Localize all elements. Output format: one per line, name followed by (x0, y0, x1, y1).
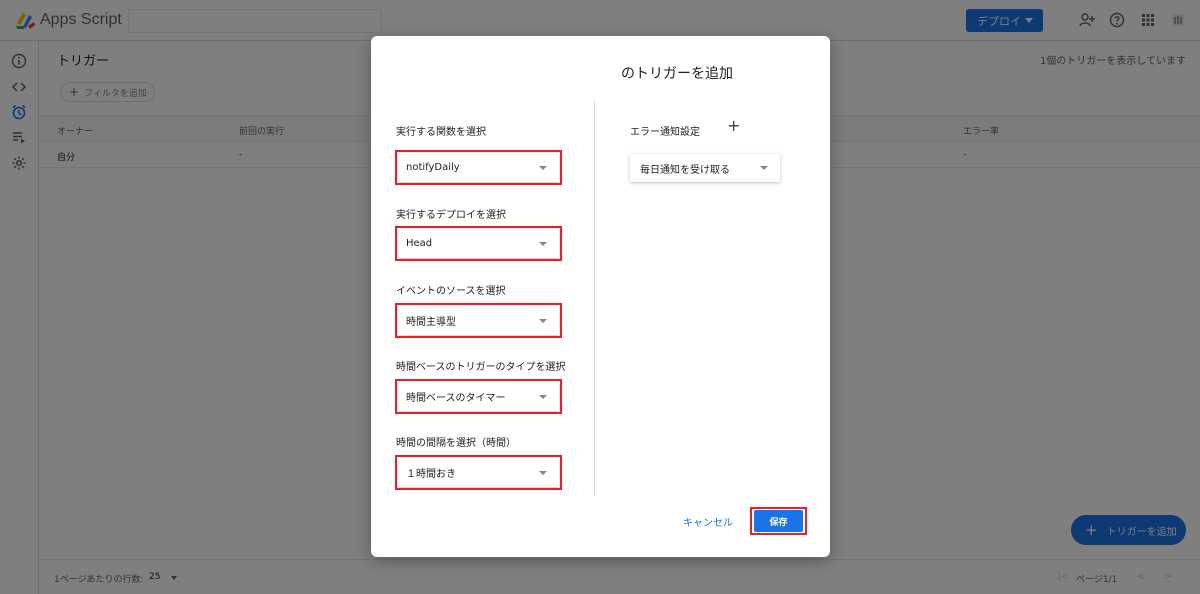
dialog-title: のトリガーを追加 (621, 66, 733, 82)
timer-type-label: 時間ベースのトリガーのタイプを選択 (396, 362, 566, 373)
dropdown-arrow-icon (539, 242, 547, 246)
function-select-value: notifyDaily (406, 162, 460, 173)
deployment-select-value: Head (406, 238, 433, 249)
error-notify-label: エラー通知設定 (630, 127, 700, 138)
dropdown-arrow-icon (539, 471, 547, 475)
function-select[interactable]: notifyDaily (398, 153, 559, 182)
add-notification-icon[interactable]: + (727, 118, 740, 134)
interval-select-value: １時間おき (406, 469, 456, 480)
interval-select[interactable]: １時間おき (398, 458, 559, 487)
event-source-select[interactable]: 時間主導型 (398, 306, 559, 335)
dropdown-arrow-icon (539, 166, 547, 170)
deployment-label: 実行するデプロイを選択 (396, 210, 506, 221)
cancel-button[interactable]: キャンセル (683, 514, 733, 529)
error-notify-select[interactable]: 毎日通知を受け取る (630, 154, 780, 182)
timer-type-select-value: 時間ベースのタイマー (406, 393, 506, 404)
event-source-select-value: 時間主導型 (406, 317, 456, 328)
error-notify-select-value: 毎日通知を受け取る (640, 164, 730, 176)
deployment-select[interactable]: Head (398, 229, 559, 258)
timer-type-select[interactable]: 時間ベースのタイマー (398, 382, 559, 411)
highlight-box (750, 507, 807, 535)
interval-label: 時間の間隔を選択（時間） (396, 438, 516, 449)
event-source-label: イベントのソースを選択 (396, 286, 506, 297)
dropdown-arrow-icon (539, 319, 547, 323)
dropdown-arrow-icon (539, 395, 547, 399)
dialog-divider (594, 101, 595, 496)
dropdown-arrow-icon (760, 166, 768, 170)
function-label: 実行する関数を選択 (396, 127, 486, 138)
add-trigger-dialog: のトリガーを追加 実行する関数を選択 notifyDaily 実行するデプロイを… (371, 36, 830, 557)
